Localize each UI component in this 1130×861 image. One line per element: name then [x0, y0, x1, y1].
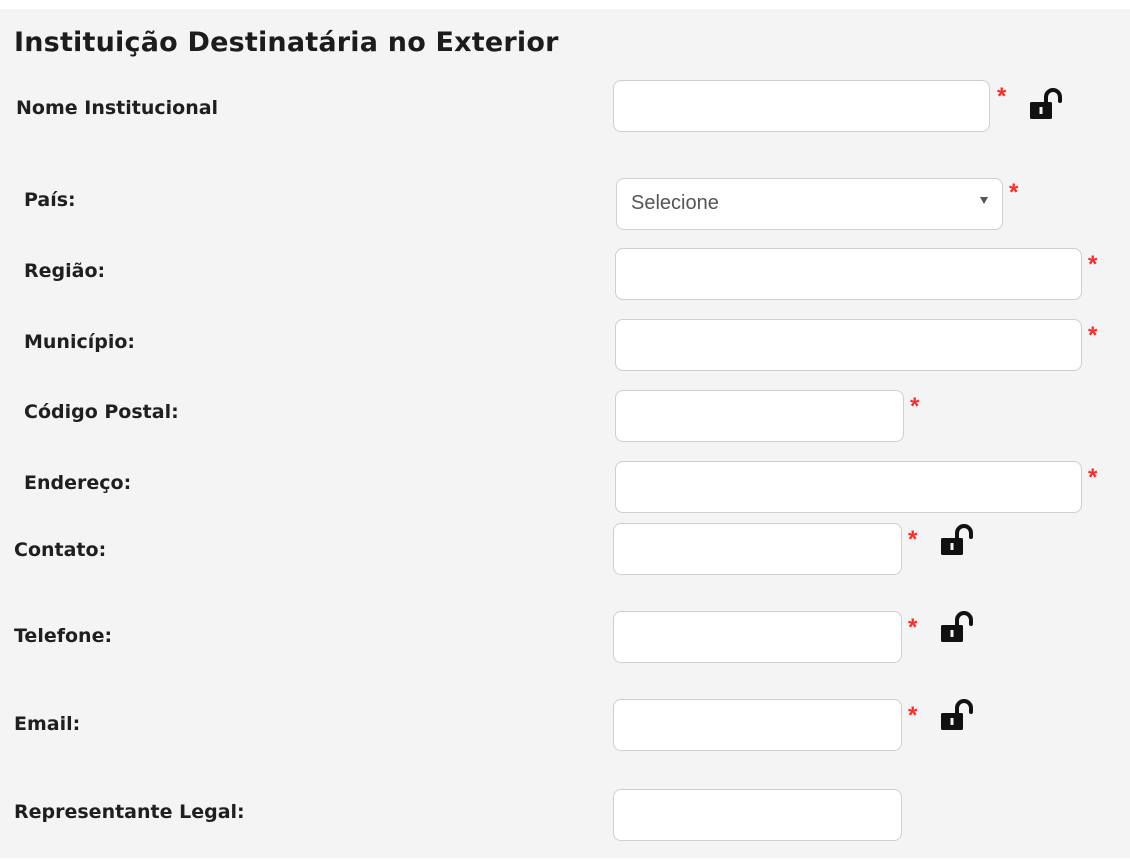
contato-label: Contato: — [14, 539, 107, 561]
unlocked-padlock-icon[interactable] — [939, 524, 975, 556]
representante-legal-input[interactable] — [613, 789, 902, 841]
contato-input[interactable] — [613, 523, 902, 575]
required-asterisk: * — [1009, 179, 1019, 206]
required-asterisk: * — [908, 702, 918, 729]
telefone-label: Telefone: — [14, 625, 113, 647]
unlocked-padlock-icon[interactable] — [1028, 88, 1064, 120]
section-title: Instituição Destinatária no Exterior — [14, 27, 559, 58]
required-asterisk: * — [1088, 322, 1098, 349]
regiao-label: Região: — [24, 260, 106, 282]
email-input[interactable] — [613, 699, 902, 751]
required-asterisk: * — [908, 614, 918, 641]
pais-select[interactable]: Selecione — [616, 178, 1003, 230]
required-asterisk: * — [1088, 251, 1098, 278]
municipio-input[interactable] — [615, 319, 1082, 371]
required-asterisk: * — [1088, 464, 1098, 491]
nome-institucional-label: Nome Institucional — [16, 97, 219, 119]
unlocked-padlock-icon[interactable] — [939, 611, 975, 643]
codigo-postal-input[interactable] — [615, 390, 904, 442]
email-label: Email: — [14, 713, 81, 735]
unlocked-padlock-icon[interactable] — [939, 699, 975, 731]
municipio-label: Município: — [24, 331, 136, 353]
nome-institucional-input[interactable] — [613, 80, 990, 132]
regiao-input[interactable] — [615, 248, 1082, 300]
telefone-input[interactable] — [613, 611, 902, 663]
required-asterisk: * — [908, 526, 918, 553]
representante-legal-label: Representante Legal: — [14, 801, 245, 823]
required-asterisk: * — [910, 393, 920, 420]
required-asterisk: * — [997, 83, 1007, 110]
endereco-label: Endereço: — [24, 472, 132, 494]
dropdown-arrow-icon — [980, 197, 988, 204]
codigo-postal-label: Código Postal: — [24, 401, 179, 423]
pais-selected-value: Selecione — [631, 192, 719, 214]
form-panel: Instituição Destinatária no Exterior Nom… — [0, 9, 1130, 858]
pais-label: País: — [24, 189, 76, 211]
endereco-input[interactable] — [615, 461, 1082, 513]
